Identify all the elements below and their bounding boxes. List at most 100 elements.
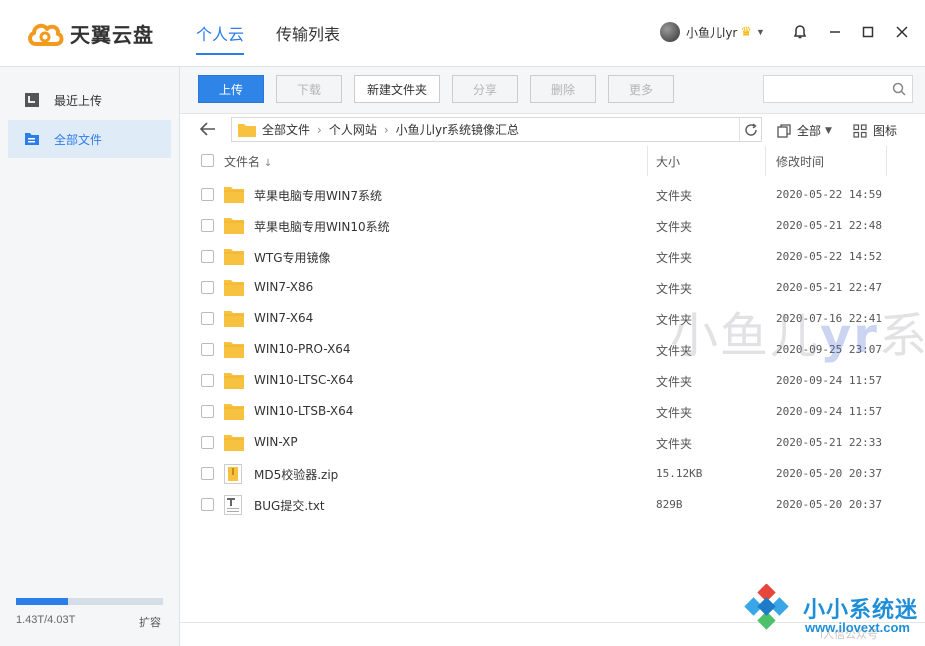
breadcrumb-item-all-files[interactable]: 全部文件 xyxy=(262,121,310,138)
more-button[interactable]: 更多 xyxy=(608,75,674,103)
search-input[interactable] xyxy=(763,75,913,103)
file-name[interactable]: 苹果电脑专用WIN7系统 xyxy=(254,187,382,204)
folder-icon xyxy=(224,218,244,234)
folder-icon xyxy=(224,435,244,451)
refresh-icon[interactable] xyxy=(739,118,761,141)
file-size: 文件夹 xyxy=(656,251,693,265)
username: 小鱼儿lyr xyxy=(686,25,738,40)
table-row[interactable]: WIN-XP 文件夹 2020-05-21 22:33 xyxy=(180,427,925,458)
expand-storage-link[interactable]: 扩容 xyxy=(139,614,161,630)
table-row[interactable]: WIN10-LTSB-X64 文件夹 2020-09-24 11:57 xyxy=(180,396,925,427)
close-icon[interactable] xyxy=(892,22,912,42)
crown-icon: ♛ xyxy=(740,24,753,39)
sidebar-item-label: 最近上传 xyxy=(54,93,103,108)
table-row[interactable]: 苹果电脑专用WIN10系统 文件夹 2020-05-21 22:48 xyxy=(180,210,925,241)
sidebar-item-all-files[interactable]: 全部文件 xyxy=(8,120,171,158)
file-name[interactable]: WIN-XP xyxy=(254,435,298,449)
upload-button[interactable]: 上传 xyxy=(198,75,264,103)
back-arrow-icon[interactable] xyxy=(200,122,216,136)
cloud-logo-icon xyxy=(28,23,64,46)
filter-dropdown[interactable]: 全部 ▼ xyxy=(777,122,832,139)
view-mode-toggle[interactable]: 图标 xyxy=(853,122,897,139)
toolbar: 上传 下载 新建文件夹 分享 删除 更多 xyxy=(180,67,925,114)
brand-name: 天翼云盘 xyxy=(70,23,154,47)
zip-file-icon xyxy=(224,464,242,484)
row-checkbox[interactable] xyxy=(201,374,214,387)
bell-icon[interactable] xyxy=(790,22,810,42)
file-name[interactable]: WTG专用镜像 xyxy=(254,249,331,266)
table-row[interactable]: WTG专用镜像 文件夹 2020-05-22 14:52 xyxy=(180,241,925,272)
file-name[interactable]: WIN10-LTSB-X64 xyxy=(254,404,353,418)
row-checkbox[interactable] xyxy=(201,343,214,356)
share-button[interactable]: 分享 xyxy=(452,75,518,103)
user-menu[interactable]: 小鱼儿lyr ♛ ▼ xyxy=(660,22,765,42)
file-size: 文件夹 xyxy=(656,220,693,234)
file-size: 文件夹 xyxy=(656,406,693,420)
table-row[interactable]: BUG提交.txt 829B 2020-05-20 20:37 xyxy=(180,489,925,520)
row-checkbox[interactable] xyxy=(201,405,214,418)
file-modified: 2020-09-24 11:57 xyxy=(776,405,882,418)
file-name[interactable]: WIN7-X86 xyxy=(254,280,313,294)
table-row[interactable]: 苹果电脑专用WIN7系统 文件夹 2020-05-22 14:59 xyxy=(180,179,925,210)
download-button[interactable]: 下载 xyxy=(276,75,342,103)
breadcrumb: 全部文件 › 个人网站 › 小鱼儿lyr系统镜像汇总 xyxy=(231,117,762,142)
file-modified: 2020-05-22 14:52 xyxy=(776,250,882,263)
column-header-size[interactable]: 大小 xyxy=(656,153,680,170)
tab-personal-cloud[interactable]: 个人云 xyxy=(196,21,245,55)
folder-icon xyxy=(238,123,256,137)
storage-quota-bar xyxy=(16,598,163,605)
file-name[interactable]: WIN10-PRO-X64 xyxy=(254,342,351,356)
sidebar-item-recent-upload[interactable]: 最近上传 xyxy=(8,81,171,119)
row-checkbox[interactable] xyxy=(201,312,214,325)
file-modified: 2020-05-21 22:33 xyxy=(776,436,882,449)
file-modified: 2020-05-21 22:48 xyxy=(776,219,882,232)
row-checkbox[interactable] xyxy=(201,219,214,232)
chevron-right-icon: › xyxy=(317,122,322,137)
column-divider[interactable] xyxy=(886,146,887,176)
view-mode-label: 图标 xyxy=(873,124,898,138)
delete-button[interactable]: 删除 xyxy=(530,75,596,103)
table-row[interactable]: MD5校验器.zip 15.12KB 2020-05-20 20:37 xyxy=(180,458,925,489)
title-bar: 天翼云盘 个人云 传输列表 小鱼儿lyr ♛ ▼ xyxy=(0,0,925,67)
file-name[interactable]: WIN7-X64 xyxy=(254,311,313,325)
column-divider[interactable] xyxy=(765,146,766,176)
file-modified: 2020-05-21 22:47 xyxy=(776,281,882,294)
breadcrumb-item-personal-site[interactable]: 个人网站 xyxy=(329,121,377,138)
folder-icon xyxy=(224,342,244,358)
file-modified: 2020-09-24 11:57 xyxy=(776,374,882,387)
folder-icon xyxy=(224,404,244,420)
breadcrumb-item-current[interactable]: 小鱼儿lyr系统镜像汇总 xyxy=(396,121,519,138)
file-name[interactable]: WIN10-LTSC-X64 xyxy=(254,373,354,387)
text-file-icon xyxy=(224,495,242,515)
maximize-icon[interactable] xyxy=(858,22,878,42)
file-name[interactable]: MD5校验器.zip xyxy=(254,466,338,483)
column-header-name[interactable]: 文件名 ↓ xyxy=(224,153,272,170)
file-name[interactable]: 苹果电脑专用WIN10系统 xyxy=(254,218,390,235)
table-row[interactable]: WIN10-LTSC-X64 文件夹 2020-09-24 11:57 xyxy=(180,365,925,396)
file-size: 文件夹 xyxy=(656,282,693,296)
minimize-icon[interactable] xyxy=(825,22,845,42)
new-folder-button[interactable]: 新建文件夹 xyxy=(354,75,440,103)
grid-view-icon xyxy=(853,123,867,138)
row-checkbox[interactable] xyxy=(201,250,214,263)
avatar xyxy=(660,22,680,42)
chevron-down-icon: ▼ xyxy=(756,27,765,37)
file-size: 文件夹 xyxy=(656,375,693,389)
chevron-down-icon: ▼ xyxy=(825,125,832,136)
row-checkbox[interactable] xyxy=(201,188,214,201)
all-files-icon xyxy=(25,133,39,145)
file-modified: 2020-05-22 14:59 xyxy=(776,188,882,201)
row-checkbox[interactable] xyxy=(201,498,214,511)
column-divider[interactable] xyxy=(647,146,648,176)
search-icon[interactable] xyxy=(892,82,906,96)
row-checkbox[interactable] xyxy=(201,281,214,294)
column-header-modified[interactable]: 修改时间 xyxy=(776,153,824,170)
select-all-checkbox[interactable] xyxy=(201,154,214,167)
row-checkbox[interactable] xyxy=(201,436,214,449)
filter-label: 全部 xyxy=(797,124,822,138)
file-name[interactable]: BUG提交.txt xyxy=(254,497,325,514)
app-logo: 天翼云盘 xyxy=(26,19,154,48)
tab-transfer-list[interactable]: 传输列表 xyxy=(276,21,340,55)
row-checkbox[interactable] xyxy=(201,467,214,480)
sidebar-item-label: 全部文件 xyxy=(54,132,103,147)
